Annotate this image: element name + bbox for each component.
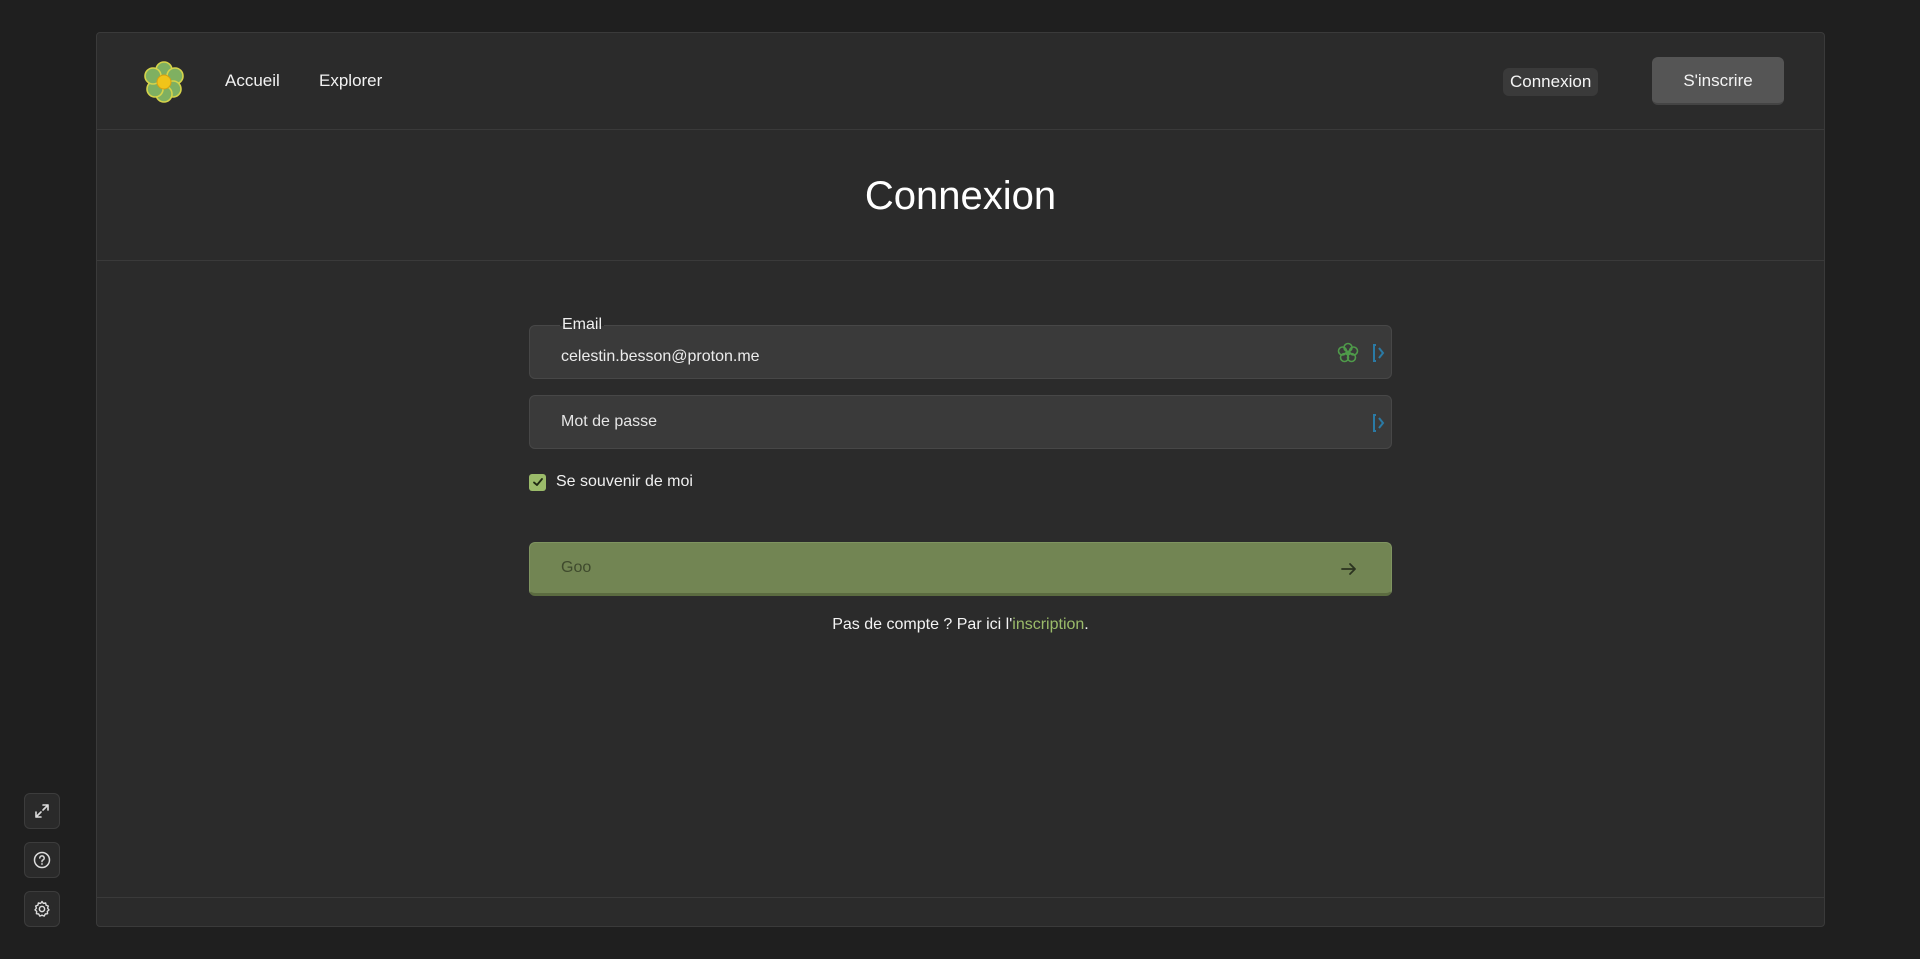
page-title: Connexion [864,174,1057,218]
help-circle-icon [33,851,51,869]
title-section: Connexion [97,130,1824,261]
nav-link-home[interactable]: Accueil [225,71,280,91]
email-field[interactable]: Email [529,316,1392,379]
remember-me-label: Se souvenir de moi [556,473,693,490]
signup-hint: Pas de compte ? Par ici l'inscription. [97,616,1824,634]
signup-button[interactable]: S'inscrire [1652,57,1784,105]
signup-hint-text: Pas de compte ? Par ici l' [832,616,1013,633]
app-window: Accueil Explorer Connexion S'inscrire Co… [96,32,1825,927]
submit-label: Goo [561,559,592,576]
signup-hint-suffix: . [1084,616,1089,633]
gear-icon [34,900,50,917]
email-input[interactable] [561,336,1321,378]
arrow-right-icon [1341,563,1356,575]
expand-button[interactable] [24,793,60,829]
password-input[interactable] [561,396,1321,448]
signup-link[interactable]: inscription [1012,616,1084,633]
password-field[interactable] [529,395,1392,449]
email-label: Email [560,316,605,334]
checkbox-checked-icon[interactable] [529,473,546,491]
settings-button[interactable] [24,891,60,927]
flower-logo-icon[interactable] [143,61,185,103]
remember-me-checkbox[interactable]: Se souvenir de moi [529,471,693,493]
expand-icon [35,804,49,818]
bracket-icon[interactable] [1373,343,1385,363]
flower-icon[interactable] [1337,342,1359,364]
submit-button[interactable]: Goo [529,542,1392,596]
footer-divider [97,897,1824,898]
nav-link-explore[interactable]: Explorer [319,71,382,91]
bracket-icon[interactable] [1373,413,1385,433]
login-nav-button[interactable]: Connexion [1503,68,1599,96]
help-button[interactable] [24,842,60,878]
top-navbar: Accueil Explorer Connexion S'inscrire [97,33,1824,130]
